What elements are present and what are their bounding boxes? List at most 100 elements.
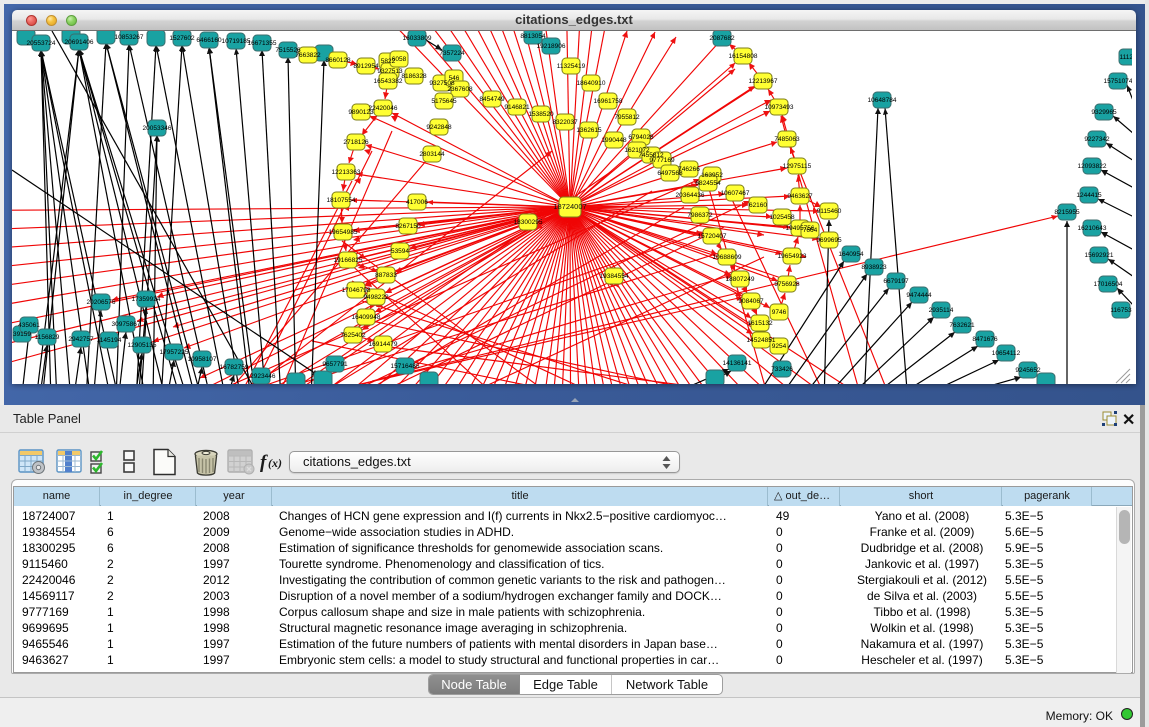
svg-text:6058: 6058 xyxy=(392,56,407,63)
svg-text:10853267: 10853267 xyxy=(115,34,144,41)
svg-text:7625402: 7625402 xyxy=(340,332,366,339)
svg-text:9890123: 9890123 xyxy=(348,109,374,116)
svg-text:1156829: 1156829 xyxy=(35,334,60,341)
svg-text:18724007: 18724007 xyxy=(553,202,586,211)
svg-text:10654112: 10654112 xyxy=(992,350,1021,357)
svg-text:20364436: 20364436 xyxy=(676,192,705,199)
svg-text:12213363: 12213363 xyxy=(332,169,361,176)
svg-text:16543382: 16543382 xyxy=(374,78,403,85)
svg-text:18300295: 18300295 xyxy=(514,219,543,226)
svg-text:12905135: 12905135 xyxy=(128,342,157,349)
svg-text:16671355: 16671355 xyxy=(248,40,277,47)
svg-text:7357224: 7357224 xyxy=(439,50,465,57)
svg-text:9245652: 9245652 xyxy=(1015,367,1041,374)
svg-text:9463627: 9463627 xyxy=(787,193,813,200)
svg-text:8912954: 8912954 xyxy=(353,63,379,70)
svg-text:19654923: 19654923 xyxy=(778,253,807,260)
svg-text:15720407: 15720407 xyxy=(698,233,727,240)
svg-text:6824554: 6824554 xyxy=(695,180,721,187)
svg-text:19166825: 19166825 xyxy=(334,257,363,264)
svg-text:733426: 733426 xyxy=(771,366,793,373)
svg-text:39159: 39159 xyxy=(13,331,31,338)
svg-text:7663822: 7663822 xyxy=(295,52,321,59)
svg-text:746266: 746266 xyxy=(678,166,700,173)
svg-text:10648784: 10648784 xyxy=(868,97,897,104)
svg-text:f: f xyxy=(260,452,268,473)
svg-text:16782759: 16782759 xyxy=(220,364,249,371)
svg-text:9699695: 9699695 xyxy=(816,237,842,244)
svg-text:9498222: 9498222 xyxy=(363,294,389,301)
svg-text:7485063: 7485063 xyxy=(774,136,800,143)
svg-text:8660128: 8660128 xyxy=(325,57,351,64)
svg-text:5175645: 5175645 xyxy=(431,98,457,105)
svg-text:8215955: 8215955 xyxy=(1054,209,1080,216)
svg-text:1640954: 1640954 xyxy=(838,251,864,258)
svg-text:546: 546 xyxy=(449,75,460,82)
svg-text:9227342: 9227342 xyxy=(1084,136,1110,143)
svg-text:16961758: 16961758 xyxy=(594,98,623,105)
svg-text:11123: 11123 xyxy=(1119,54,1132,61)
svg-text:6794028: 6794028 xyxy=(628,134,654,141)
svg-text:11325419: 11325419 xyxy=(557,63,586,70)
svg-text:19384554: 19384554 xyxy=(600,273,629,280)
svg-text:1615132: 1615132 xyxy=(747,320,773,327)
svg-text:9777169: 9777169 xyxy=(649,157,675,164)
svg-text:(x): (x) xyxy=(268,456,282,470)
svg-text:1362615: 1362615 xyxy=(576,127,602,134)
svg-text:10719185: 10719185 xyxy=(222,38,251,45)
svg-text:163952: 163952 xyxy=(701,172,723,179)
svg-text:17016504: 17016504 xyxy=(1094,281,1123,288)
svg-text:16914479: 16914479 xyxy=(369,341,398,348)
svg-text:1145194: 1145194 xyxy=(97,337,122,344)
svg-text:9329965: 9329965 xyxy=(1091,109,1117,116)
svg-text:17046798: 17046798 xyxy=(342,287,371,294)
svg-text:20553724: 20553724 xyxy=(27,40,56,47)
svg-text:12213967: 12213967 xyxy=(749,78,778,85)
svg-text:10973493: 10973493 xyxy=(765,104,794,111)
svg-text:9657791: 9657791 xyxy=(322,361,348,368)
svg-text:15716485: 15716485 xyxy=(391,363,420,370)
svg-text:887833: 887833 xyxy=(375,272,397,279)
svg-text:9756928: 9756928 xyxy=(774,281,800,288)
svg-text:16210643: 16210643 xyxy=(1078,225,1107,232)
svg-text:7955812: 7955812 xyxy=(614,114,640,121)
svg-text:2935114: 2935114 xyxy=(929,307,954,314)
svg-text:15751074: 15751074 xyxy=(1104,78,1132,85)
svg-text:12093822: 12093822 xyxy=(1078,163,1107,170)
svg-text:1244415: 1244415 xyxy=(1076,192,1102,199)
svg-text:2803144: 2803144 xyxy=(419,151,445,158)
svg-text:7986372: 7986372 xyxy=(687,212,713,219)
svg-text:15692921: 15692921 xyxy=(1085,252,1114,259)
svg-text:9146821: 9146821 xyxy=(504,104,530,111)
svg-text:62160: 62160 xyxy=(749,202,767,209)
svg-text:10688609: 10688609 xyxy=(713,254,742,261)
svg-text:12975115: 12975115 xyxy=(783,163,812,170)
svg-text:2942757: 2942757 xyxy=(68,336,94,343)
svg-text:2367608: 2367608 xyxy=(447,86,473,93)
svg-text:8938923: 8938923 xyxy=(861,264,887,271)
svg-text:7632621: 7632621 xyxy=(949,322,975,329)
svg-text:10607467: 10607467 xyxy=(721,190,750,197)
svg-text:12923446: 12923446 xyxy=(247,373,276,380)
svg-text:8267150: 8267150 xyxy=(395,223,421,230)
svg-text:6466160: 6466160 xyxy=(196,37,222,44)
svg-text:9254: 9254 xyxy=(772,343,787,350)
svg-text:16033809: 16033809 xyxy=(403,35,432,42)
svg-text:9084067: 9084067 xyxy=(738,298,764,305)
svg-text:20206576: 20206576 xyxy=(87,299,116,306)
svg-text:17957225: 17957225 xyxy=(160,349,189,356)
svg-text:1527602: 1527602 xyxy=(169,35,195,42)
svg-text:19218906: 19218906 xyxy=(537,43,566,50)
svg-text:9242848: 9242848 xyxy=(426,124,452,131)
svg-text:16154808: 16154808 xyxy=(729,53,758,60)
svg-text:1990448: 1990448 xyxy=(601,137,627,144)
svg-text:18807249: 18807249 xyxy=(726,276,755,283)
svg-text:1538520: 1538520 xyxy=(528,111,554,118)
svg-text:16409948: 16409948 xyxy=(352,314,381,321)
svg-text:9746: 9746 xyxy=(772,309,787,316)
svg-text:9474444: 9474444 xyxy=(906,292,932,299)
svg-text:53594: 53594 xyxy=(391,248,409,255)
svg-text:116753: 116753 xyxy=(1110,307,1132,314)
svg-text:18107554: 18107554 xyxy=(327,197,356,204)
svg-text:19654985: 19654985 xyxy=(329,229,358,236)
